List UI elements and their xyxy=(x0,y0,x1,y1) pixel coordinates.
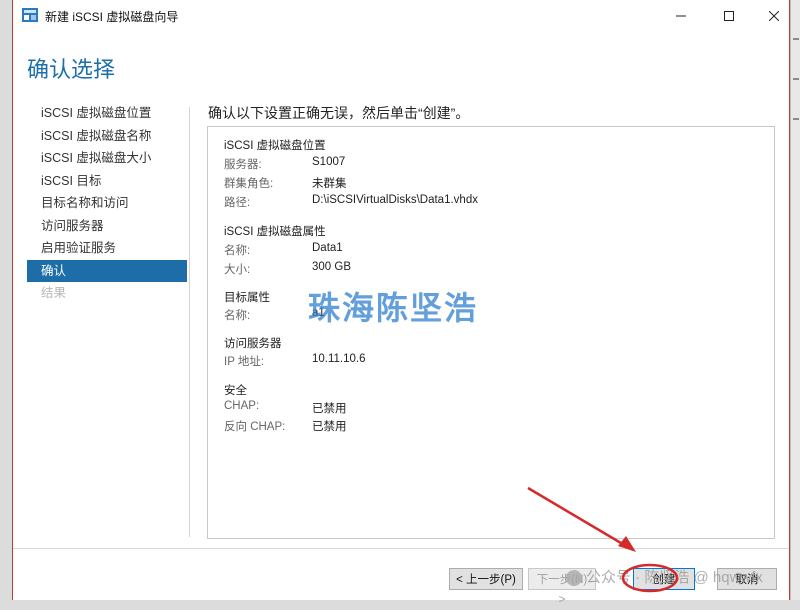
section-title-location: iSCSI 虚拟磁盘位置 xyxy=(224,140,326,152)
disk-name-label: 名称: xyxy=(224,245,251,257)
app-icon xyxy=(22,8,38,22)
minimize-button[interactable] xyxy=(658,0,704,31)
section-title-properties: iSCSI 虚拟磁盘属性 xyxy=(224,226,326,238)
section-title-target: 目标属性 xyxy=(224,292,270,304)
server-label: 服务器: xyxy=(224,159,262,171)
wizard-nav: iSCSI 虚拟磁盘位置 iSCSI 虚拟磁盘名称 iSCSI 虚拟磁盘大小 i… xyxy=(27,102,187,305)
nav-item-access-servers[interactable]: 访问服务器 xyxy=(27,215,187,238)
nav-item-results: 结果 xyxy=(41,286,67,300)
nav-divider xyxy=(189,107,190,537)
maximize-icon xyxy=(724,10,734,21)
section-title-access: 访问服务器 xyxy=(224,338,282,350)
nav-item-iscsi-target[interactable]: iSCSI 目标 xyxy=(27,170,187,193)
close-icon xyxy=(769,10,779,21)
window-title: 新建 iSCSI 虚拟磁盘向导 xyxy=(45,10,179,24)
social-handle: @ hqwwfx xyxy=(693,569,763,586)
nav-item-authentication[interactable]: 启用验证服务 xyxy=(27,237,187,260)
instruction-text: 确认以下设置正确无误，然后单击“创建”。 xyxy=(208,105,470,121)
page-title: 确认选择 xyxy=(27,57,116,82)
nav-item-confirmation[interactable]: 确认 xyxy=(27,259,187,282)
watermark-text: 珠海陈坚浩 xyxy=(308,290,479,326)
title-bar[interactable]: 新建 iSCSI 虚拟磁盘向导 xyxy=(13,0,789,31)
close-button[interactable] xyxy=(751,0,797,31)
maximize-button[interactable] xyxy=(706,0,752,31)
section-title-security: 安全 xyxy=(224,385,247,397)
ip-address-value: 10.11.10.6 xyxy=(312,353,366,365)
reverse-chap-value: 已禁用 xyxy=(312,421,347,433)
cluster-role-label: 群集角色: xyxy=(224,178,274,190)
nav-item-target-name-access[interactable]: 目标名称和访问 xyxy=(27,192,187,215)
path-value: D:\iSCSIVirtualDisks\Data1.vhdx xyxy=(312,194,478,206)
nav-item-disk-name[interactable]: iSCSI 虚拟磁盘名称 xyxy=(27,125,187,148)
nav-item-disk-location[interactable]: iSCSI 虚拟磁盘位置 xyxy=(27,102,187,125)
server-value: S1007 xyxy=(312,156,346,168)
reverse-chap-label: 反向 CHAP: xyxy=(224,421,286,433)
minimize-icon xyxy=(676,15,686,16)
path-label: 路径: xyxy=(224,197,251,209)
disk-size-value: 300 GB xyxy=(312,261,351,273)
footer-divider xyxy=(13,548,789,549)
target-name-label: 名称: xyxy=(224,310,251,322)
chap-label: CHAP: xyxy=(224,400,260,412)
previous-button[interactable]: < 上一步(P) xyxy=(449,568,523,590)
wizard-window: 新建 iSCSI 虚拟磁盘向导 确认选择 iSCSI 虚拟磁盘位置 iSCSI … xyxy=(12,0,790,606)
cluster-role-value: 未群集 xyxy=(312,178,347,190)
disk-size-label: 大小: xyxy=(224,264,251,276)
wizard-header: 确认选择 xyxy=(13,31,789,95)
disk-name-value: Data1 xyxy=(312,242,343,254)
wechat-icon xyxy=(566,570,582,587)
desktop-edge xyxy=(790,0,800,600)
nav-item-disk-size[interactable]: iSCSI 虚拟磁盘大小 xyxy=(27,147,187,170)
social-overlay-text: 公众号 · 陈坚浩 xyxy=(586,569,690,586)
chap-value: 已禁用 xyxy=(312,403,347,415)
confirmation-summary[interactable]: iSCSI 虚拟磁盘位置 服务器: S1007 群集角色: 未群集 路径: D:… xyxy=(207,126,775,539)
ip-address-label: IP 地址: xyxy=(224,356,265,368)
social-overlay: 公众号 · 陈坚浩 @ hqwwfx xyxy=(566,566,763,587)
